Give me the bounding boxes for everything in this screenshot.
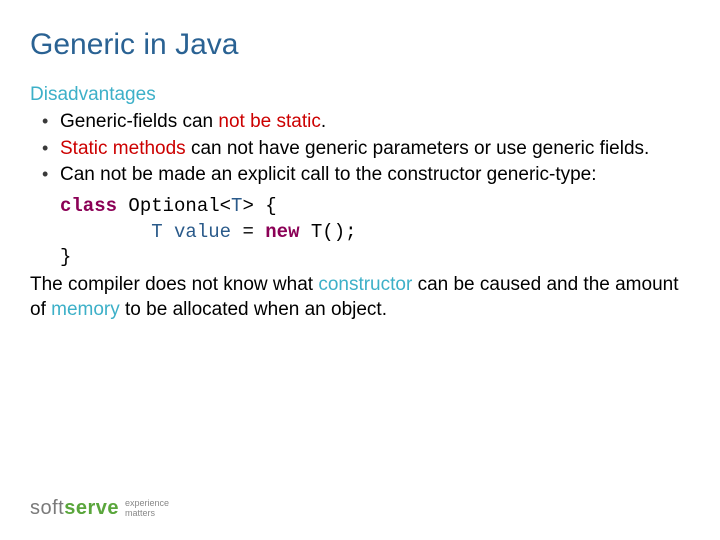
section-heading: Disadvantages	[30, 84, 690, 106]
code-block: class Optional<T> { T value = new T(); }	[30, 194, 690, 271]
logo-soft: soft	[30, 497, 64, 519]
code-keyword: class	[60, 195, 117, 217]
logo-wordmark: softserve	[30, 497, 119, 520]
code-indent	[60, 221, 151, 243]
footer-logo: softserve experience matters	[30, 497, 169, 520]
bullet-text: Can not be made an explicit call to the …	[60, 164, 597, 185]
list-item: Static methods can not have generic para…	[60, 137, 690, 162]
code-text: Optional<	[117, 195, 231, 217]
code-ident: value	[163, 221, 231, 243]
para-highlight: memory	[51, 299, 120, 320]
code-keyword: new	[265, 221, 299, 243]
list-item: Can not be made an explicit call to the …	[60, 163, 690, 188]
code-text: }	[60, 246, 71, 268]
list-item: Generic-fields can not be static.	[60, 110, 690, 135]
paragraph: The compiler does not know what construc…	[30, 273, 690, 322]
code-typevar: T	[299, 221, 322, 243]
code-text: > {	[242, 195, 276, 217]
para-text: The compiler does not know what	[30, 274, 318, 295]
logo-serve: serve	[64, 497, 119, 519]
code-text: =	[231, 221, 265, 243]
slide-title: Generic in Java	[30, 28, 690, 62]
code-typevar: T	[231, 195, 242, 217]
bullet-list: Generic-fields can not be static. Static…	[30, 110, 690, 188]
code-typevar: T	[151, 221, 162, 243]
para-text: to be allocated when an object.	[120, 299, 387, 320]
bullet-text: .	[321, 111, 326, 132]
slide-content: Generic in Java Disadvantages Generic-fi…	[0, 0, 720, 322]
bullet-text: can not have generic parameters or use g…	[186, 138, 650, 159]
bullet-highlight: not be static	[218, 111, 320, 132]
bullet-highlight: Static methods	[60, 138, 186, 159]
logo-tagline: experience matters	[125, 499, 169, 519]
para-highlight: constructor	[318, 274, 412, 295]
tagline-line: matters	[125, 509, 169, 519]
bullet-text: Generic-fields can	[60, 111, 218, 132]
code-text: ();	[322, 221, 356, 243]
